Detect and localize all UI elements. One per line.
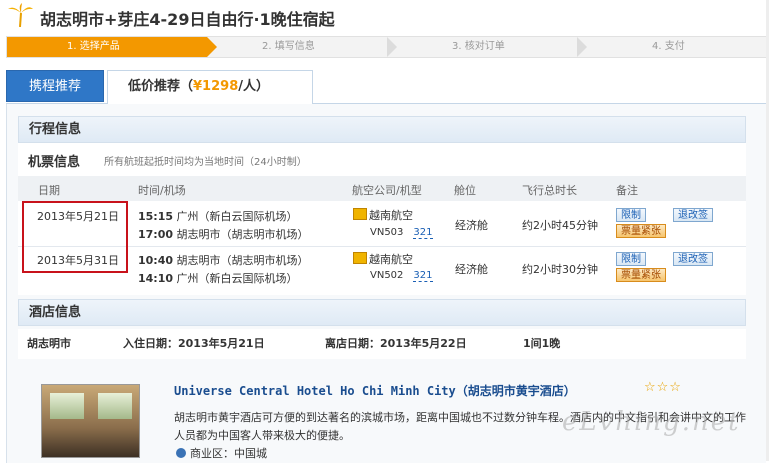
step-fill-info: 2. 填写信息 — [262, 41, 315, 52]
col-date: 日期 — [38, 184, 60, 197]
arr-airport: 广州（新白云国际机场） — [176, 272, 298, 285]
checkout-date: 离店日期：2013年5月22日 — [325, 337, 467, 350]
checkin-date: 入住日期：2013年5月21日 — [123, 337, 265, 350]
col-cabin: 舱位 — [454, 184, 476, 197]
dep-time: 10:40 — [138, 254, 174, 267]
step-arrow — [207, 37, 217, 57]
flight-duration: 约2小时45分钟 — [522, 219, 598, 232]
step-check-order: 3. 核对订单 — [452, 41, 505, 52]
location-icon — [176, 448, 186, 458]
vietnam-airlines-logo-icon — [353, 252, 367, 264]
itinerary-section-header: 行程信息 — [18, 116, 746, 143]
tab-ctrip-recommend[interactable]: 携程推荐 — [6, 70, 104, 102]
tab-low-price-prefix: 低价推荐（ — [128, 79, 194, 94]
step-select-product: 1. 选择产品 — [7, 37, 207, 57]
palm-tree-icon — [8, 3, 33, 27]
hotel-photo-window — [50, 393, 84, 419]
flight-no: VN502 — [370, 270, 404, 281]
flight-arr: 14:10 广州（新白云国际机场） — [138, 270, 298, 286]
restriction-button[interactable]: 限制 — [616, 252, 646, 266]
col-time-airport: 时间/机场 — [138, 184, 186, 197]
tab-low-price-suffix: /人） — [238, 79, 269, 94]
restriction-button[interactable]: 限制 — [616, 208, 646, 222]
limited-tickets-badge: 票量紧张 — [616, 268, 666, 282]
flight-duration: 约2小时30分钟 — [522, 263, 598, 276]
flight-arr: 17:00 胡志明市（胡志明市机场） — [138, 226, 309, 242]
limited-tickets-badge: 票量紧张 — [616, 224, 666, 238]
ticket-info-title: 机票信息 — [28, 155, 81, 170]
hotel-stay-row: 胡志明市 入住日期：2013年5月21日 离店日期：2013年5月22日 1间1… — [18, 329, 746, 359]
hotel-area: 商业区：中国城 — [176, 445, 267, 461]
hotel-area-text: 商业区：中国城 — [190, 447, 267, 460]
dep-airport: 胡志明市（胡志明市机场） — [176, 254, 309, 267]
hotel-star-rating: ☆☆☆ — [644, 380, 682, 395]
aircraft-type-link[interactable]: 321 — [413, 227, 433, 239]
col-airline: 航空公司/机型 — [352, 184, 422, 197]
hotel-photo[interactable] — [41, 384, 140, 458]
dep-airport: 广州（新白云国际机场） — [176, 210, 298, 223]
airline-name: 越南航空 — [369, 209, 413, 222]
cabin-class: 经济舱 — [455, 263, 488, 276]
hotel-city: 胡志明市 — [27, 337, 71, 350]
step-arrow — [387, 37, 397, 57]
page-title: 胡志明市+芽庄4-29日自由行·1晚住宿起 — [40, 10, 335, 29]
progress-steps: 1. 选择产品 2. 填写信息 3. 核对订单 4. 支付 — [6, 36, 768, 58]
arr-airport: 胡志明市（胡志明市机场） — [176, 228, 309, 241]
hotel-section-header: 酒店信息 — [18, 299, 746, 326]
step-pay: 4. 支付 — [652, 41, 685, 52]
step-arrow — [577, 37, 587, 57]
refund-change-button[interactable]: 退改签 — [673, 208, 713, 222]
refund-change-button[interactable]: 退改签 — [673, 252, 713, 266]
tab-low-price-amount: ¥1298 — [193, 79, 239, 94]
airline-name: 越南航空 — [369, 253, 413, 266]
cabin-class: 经济舱 — [455, 219, 488, 232]
arr-time: 17:00 — [138, 228, 174, 241]
col-remark: 备注 — [616, 184, 638, 197]
flight-number: VN502 321 — [370, 270, 433, 282]
flight-number: VN503 321 — [370, 227, 433, 239]
flight-no: VN503 — [370, 227, 404, 238]
flight-dep: 15:15 广州（新白云国际机场） — [138, 208, 298, 224]
hotel-name-link[interactable]: Universe Central Hotel Ho Chi Minh City（… — [174, 382, 576, 399]
flight-table-header: 日期 时间/机场 航空公司/机型 舱位 飞行总时长 备注 — [18, 176, 746, 201]
hotel-photo-window — [98, 393, 132, 419]
flight-dep: 10:40 胡志明市（胡志明市机场） — [138, 252, 309, 268]
watermark: eLvhing.net — [562, 407, 741, 437]
col-duration: 飞行总时长 — [522, 184, 577, 197]
aircraft-type-link[interactable]: 321 — [413, 270, 433, 282]
dep-time: 15:15 — [138, 210, 174, 223]
ticket-time-note: 所有航班起抵时间均为当地时间（24小时制） — [104, 157, 307, 168]
arr-time: 14:10 — [138, 272, 174, 285]
tab-low-price[interactable]: 低价推荐（¥1298/人） — [107, 70, 313, 104]
vietnam-airlines-logo-icon — [353, 208, 367, 220]
date-highlight-box — [22, 201, 128, 273]
room-nights: 1间1晚 — [523, 337, 561, 350]
